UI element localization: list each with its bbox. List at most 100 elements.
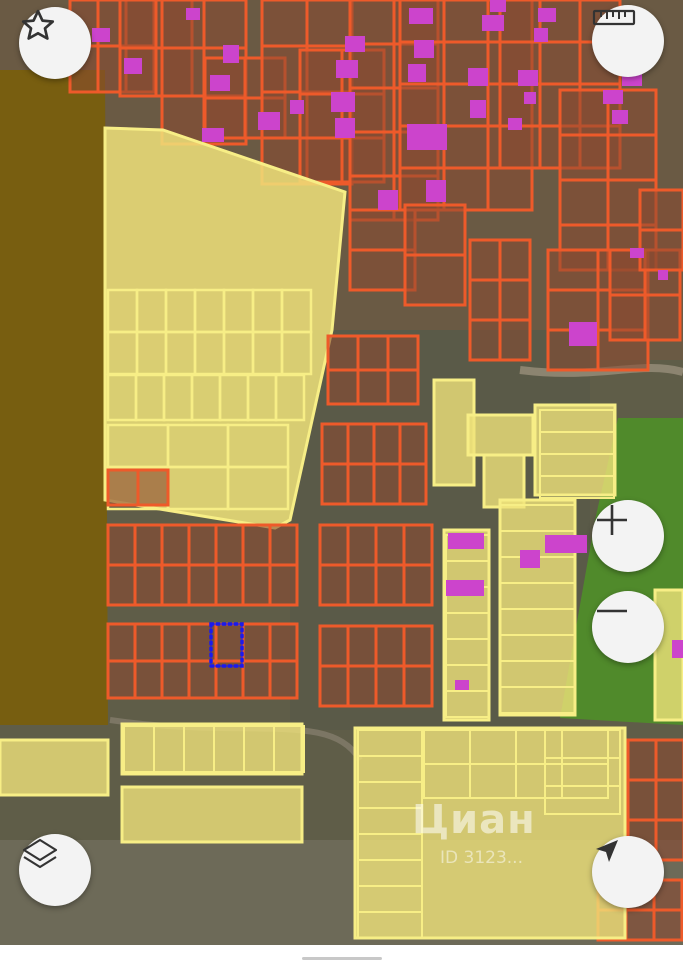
parcel-red-plot xyxy=(654,778,683,822)
parcel-red-plot xyxy=(160,659,191,700)
parcel-red-plot xyxy=(318,624,350,668)
map-view[interactable]: Циан ID 3123... xyxy=(0,0,683,945)
building xyxy=(603,90,623,104)
parcel-red-plot xyxy=(318,523,350,567)
zoom-in-button[interactable] xyxy=(592,500,664,572)
parcel-red xyxy=(546,248,600,292)
parcel-red-plot xyxy=(386,368,420,406)
building xyxy=(186,8,200,20)
parcel-red xyxy=(442,0,490,44)
building xyxy=(538,8,556,22)
parcel-red xyxy=(348,130,396,178)
parcel-red-plot xyxy=(214,563,245,607)
parcel-red xyxy=(403,253,467,307)
parcel-red-plot xyxy=(402,664,434,708)
building xyxy=(409,8,433,24)
parcel-yellow xyxy=(120,785,304,844)
locate-button[interactable] xyxy=(592,836,664,908)
building xyxy=(290,100,304,114)
parcel-yellow xyxy=(498,498,577,717)
parcel-red xyxy=(606,133,658,182)
parcel-red-plot xyxy=(318,664,350,708)
parcel-red-plot xyxy=(374,563,406,607)
building xyxy=(408,64,426,82)
parcel-red-plot xyxy=(402,624,434,668)
parcel-red xyxy=(468,318,502,362)
parcel-red-plot xyxy=(374,624,406,668)
building xyxy=(407,124,447,150)
ruler-button[interactable] xyxy=(592,5,664,77)
parcel-red-plot xyxy=(106,523,137,567)
parcel-red-plot xyxy=(398,462,428,506)
building xyxy=(345,36,365,52)
parcel-red-plot xyxy=(133,523,164,567)
building xyxy=(569,322,597,346)
parcel-red-plot xyxy=(652,908,683,942)
parcel-red xyxy=(498,238,532,282)
building xyxy=(258,112,280,130)
parcel-red xyxy=(398,82,446,128)
parcel-red-plot xyxy=(241,563,272,607)
parcel-red-plot xyxy=(654,738,683,782)
parcel-red-plot xyxy=(346,422,376,466)
building xyxy=(124,58,142,74)
parcel-red-plot xyxy=(374,664,406,708)
parcel-red-plot xyxy=(346,624,378,668)
parcel-red xyxy=(468,238,502,282)
building xyxy=(446,580,484,596)
building xyxy=(335,118,355,138)
navigation-arrow-icon xyxy=(596,840,618,862)
parcel-red-plot xyxy=(356,334,390,372)
parcel-red xyxy=(160,0,206,50)
layers-button[interactable] xyxy=(19,834,91,906)
favorite-button[interactable] xyxy=(19,7,91,79)
parcel-red-plot xyxy=(356,368,390,406)
parcel-red xyxy=(442,124,490,170)
parcel-red xyxy=(558,88,610,137)
parcel-red-plot xyxy=(402,563,434,607)
parcel-red-plot xyxy=(346,462,376,506)
parcel-red-plot xyxy=(346,523,378,567)
building xyxy=(520,550,540,568)
parcel-yellow xyxy=(533,403,617,497)
parcel-red xyxy=(486,166,534,212)
parcel-red-plot xyxy=(326,368,360,406)
parcel-red xyxy=(608,293,647,342)
parcel-red-plot xyxy=(106,563,137,607)
building xyxy=(426,180,446,202)
parcel-red-plot xyxy=(346,664,378,708)
building xyxy=(223,45,239,63)
parcel-red-plot xyxy=(654,818,683,862)
building xyxy=(630,248,644,258)
parcel-red-plot xyxy=(241,659,272,700)
building xyxy=(331,92,355,112)
parcel-red-plot xyxy=(326,334,360,372)
building xyxy=(482,15,504,31)
parcel-red xyxy=(498,124,542,170)
parcel-red xyxy=(638,228,683,272)
field-dark xyxy=(0,70,108,725)
parcel-red-plot xyxy=(214,523,245,567)
parcel-red-plot xyxy=(133,563,164,607)
parcel-red-plot xyxy=(187,523,218,567)
building xyxy=(672,640,683,658)
map-canvas[interactable] xyxy=(0,0,683,945)
parcel-red-plot xyxy=(214,622,245,663)
parcel-red-plot xyxy=(160,622,191,663)
building xyxy=(448,533,484,549)
parcel-red-plot xyxy=(372,462,402,506)
parcel-red-plot xyxy=(241,622,272,663)
parcel-red-plot xyxy=(268,659,299,700)
building xyxy=(414,40,434,58)
parcel-red xyxy=(558,133,610,182)
parcel-red-plot xyxy=(626,778,658,822)
zoom-out-button[interactable] xyxy=(592,591,664,663)
minus-icon xyxy=(597,609,627,613)
parcel-red xyxy=(298,136,344,184)
parcel-red-plot xyxy=(402,523,434,567)
layers-icon xyxy=(22,838,58,869)
parcel-red xyxy=(202,0,248,50)
parcel-red-plot xyxy=(268,622,299,663)
parcel-red xyxy=(298,48,344,96)
parcel-red-plot xyxy=(626,738,658,782)
